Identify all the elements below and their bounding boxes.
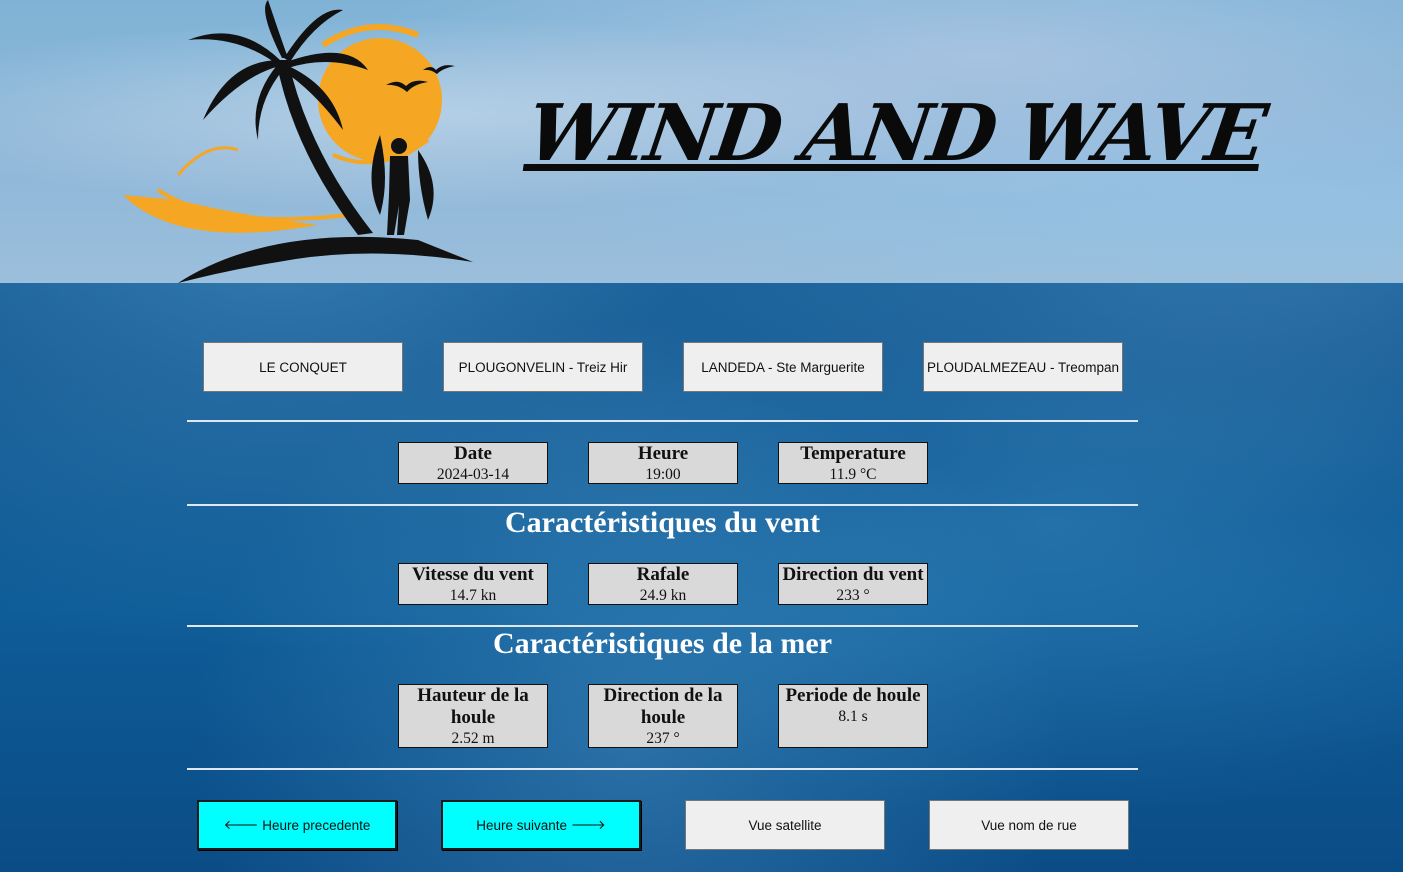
swell-height-value: 2.52 m <box>451 730 495 747</box>
date-label: Date <box>454 443 492 464</box>
swell-height-label: Hauteur de la houle <box>417 685 529 728</box>
hour-value: 19:00 <box>645 466 681 483</box>
divider <box>187 420 1138 422</box>
wind-direction-card: Direction du vent 233 ° <box>778 563 928 605</box>
street-view-button[interactable]: Vue nom de rue <box>929 800 1129 850</box>
palm-surfer-logo <box>123 0 473 283</box>
temperature-value: 11.9 °C <box>829 466 877 483</box>
gust-label: Rafale <box>636 564 690 585</box>
swell-height-card: Hauteur de la houle 2.52 m <box>398 684 548 748</box>
swell-period-value: 8.1 s <box>838 708 868 725</box>
date-value: 2024-03-14 <box>436 466 510 483</box>
spot-button-le-conquet[interactable]: LE CONQUET <box>203 342 403 392</box>
previous-hour-label: Heure precedente <box>262 817 371 833</box>
swell-period-label: Periode de houle <box>785 685 921 706</box>
wind-section-title: Caractéristiques du vent <box>505 506 820 539</box>
arrow-left-icon: 🡐 <box>223 818 259 833</box>
satellite-view-button[interactable]: Vue satellite <box>685 800 885 850</box>
spot-button-ploudalmezeau[interactable]: PLOUDALMEZEAU - Treompan <box>923 342 1123 392</box>
sea-section-title: Caractéristiques de la mer <box>492 627 833 660</box>
site-title: WIND AND WAVE <box>521 88 1270 179</box>
gust-value: 24.9 kn <box>639 587 687 604</box>
wind-direction-value: 233 ° <box>836 587 870 604</box>
divider <box>187 768 1138 770</box>
next-hour-button[interactable]: Heure suivante 🡒 <box>441 800 641 850</box>
temperature-label: Temperature <box>800 443 906 464</box>
hour-label: Heure <box>637 443 689 464</box>
spot-button-landeda[interactable]: LANDEDA - Ste Marguerite <box>683 342 883 392</box>
wind-speed-card: Vitesse du vent 14.7 kn <box>398 563 548 605</box>
swell-direction-label: Direction de la houle <box>603 685 723 728</box>
arrow-right-icon: 🡒 <box>570 818 606 833</box>
temperature-card: Temperature 11.9 °C <box>778 442 928 484</box>
previous-hour-button[interactable]: 🡐 Heure precedente <box>197 800 397 850</box>
hour-card: Heure 19:00 <box>588 442 738 484</box>
wind-speed-value: 14.7 kn <box>449 587 497 604</box>
wind-speed-label: Vitesse du vent <box>412 564 534 585</box>
next-hour-label: Heure suivante <box>476 817 568 833</box>
header-banner: WIND AND WAVE <box>0 0 1403 283</box>
gust-card: Rafale 24.9 kn <box>588 563 738 605</box>
swell-direction-card: Direction de la houle 237 ° <box>588 684 738 748</box>
spot-button-plougonvelin[interactable]: PLOUGONVELIN - Treiz Hir <box>443 342 643 392</box>
swell-period-card: Periode de houle 8.1 s <box>778 684 928 748</box>
swell-direction-value: 237 ° <box>646 730 680 747</box>
date-card: Date 2024-03-14 <box>398 442 548 484</box>
wind-direction-label: Direction du vent <box>782 564 924 585</box>
